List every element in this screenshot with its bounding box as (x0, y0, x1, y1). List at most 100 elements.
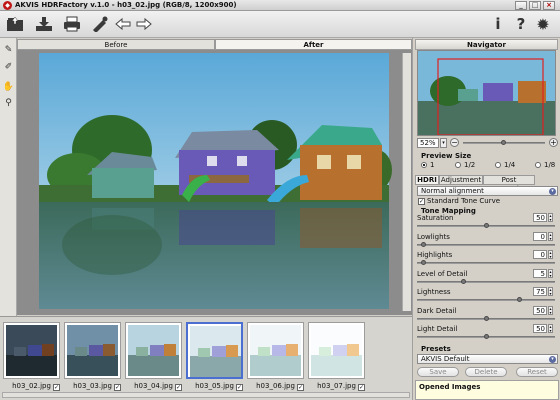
tab-before[interactable]: Before (17, 39, 215, 50)
navigator-header: Navigator (415, 39, 558, 50)
slider-value[interactable]: 75 (533, 287, 547, 296)
vertical-scrollbar[interactable] (402, 53, 411, 311)
thumbnail-5[interactable] (247, 322, 304, 379)
chevron-down-icon: ▾ (549, 188, 556, 195)
horizontal-scrollbar[interactable] (2, 392, 410, 398)
spinner-arrows-icon[interactable]: ▴ ▾ (548, 305, 553, 315)
save-icon[interactable] (34, 14, 54, 34)
zoom-out-button[interactable]: − (450, 138, 459, 147)
window-title: AKVIS HDRFactory v.1.0 - h03_02.jpg (RGB… (15, 1, 237, 9)
thumbnail-checkbox[interactable]: ✓ (236, 384, 243, 391)
hdr-photo (39, 53, 392, 309)
slider-label: Light Detail (417, 325, 458, 333)
preview-label-2: 1/2 (464, 161, 476, 169)
thumbnail-checkbox[interactable]: ✓ (175, 384, 182, 391)
thumbnail-label: h03_02.jpg (12, 382, 51, 390)
slider-knob[interactable] (516, 297, 522, 302)
thumbnail-checkbox[interactable]: ✓ (114, 384, 121, 391)
spinner-arrows-icon[interactable]: ▴ ▾ (548, 231, 553, 241)
preview-radio-2[interactable] (455, 162, 461, 168)
close-button[interactable]: × (543, 1, 555, 10)
slider-label: Dark Detail (417, 306, 457, 315)
slider-track[interactable] (417, 315, 555, 321)
thumbnail-label: h03_04.jpg (134, 382, 173, 390)
thumbnail-6[interactable] (308, 322, 365, 379)
zoom-icon[interactable]: ⚲ (2, 96, 15, 109)
eraser-icon[interactable]: ✐ (2, 60, 15, 73)
help-icon[interactable]: ? (511, 14, 531, 34)
open-icon[interactable] (5, 14, 25, 34)
image-viewport[interactable] (17, 50, 412, 315)
slider-knob[interactable] (483, 223, 489, 228)
preview-radio-1[interactable] (421, 162, 427, 168)
slider-value[interactable]: 0 (533, 231, 547, 241)
presets-dropdown[interactable]: AKVIS Default ▾ (417, 354, 558, 364)
thumbnail-3[interactable] (125, 322, 182, 379)
slider-track[interactable] (417, 334, 555, 339)
spinner-arrows-icon[interactable]: ▴ ▾ (548, 287, 553, 296)
spinner-arrows-icon[interactable]: ▴ ▾ (548, 324, 553, 333)
preview-radio-4[interactable] (535, 162, 541, 168)
preview-size-title: Preview Size (421, 152, 472, 160)
chevron-down-icon[interactable]: ▾ (440, 138, 447, 148)
thumbnail-1[interactable] (3, 322, 60, 379)
minimize-button[interactable]: _ (515, 1, 527, 10)
thumbnail-4[interactable] (186, 322, 243, 379)
slider-knob[interactable] (460, 278, 466, 284)
opened-images-panel: Opened Images (415, 380, 559, 400)
zoom-select[interactable]: 52% (417, 138, 439, 148)
standard-tone-curve-label: Standard Tone Curve (427, 197, 501, 205)
batch-icon[interactable] (90, 14, 110, 34)
slider-knob[interactable] (420, 241, 426, 247)
zoom-in-button[interactable]: + (549, 138, 558, 147)
spinner-arrows-icon[interactable]: ▴ ▾ (548, 268, 553, 278)
tab-post-processing[interactable]: Post Processing (483, 175, 535, 193)
undo-icon[interactable] (113, 14, 133, 34)
tab-hdri[interactable]: HDRI (415, 175, 439, 185)
navigator-preview[interactable] (417, 50, 556, 136)
slider-value[interactable]: 5 (533, 268, 547, 278)
print-icon[interactable] (62, 14, 82, 34)
slider-value[interactable]: 50 (533, 305, 547, 315)
spinner-arrows-icon[interactable]: ▴ ▾ (548, 250, 553, 259)
slider-track[interactable] (417, 223, 555, 228)
settings-panel: Navigator 52% ▾ − + Preview Size 1 1/2 1… (412, 38, 560, 400)
tab-adjustment[interactable]: Adjustment (439, 175, 483, 185)
thumbnail-2[interactable] (64, 322, 121, 379)
alignment-dropdown[interactable]: Normal alignment ▾ (417, 186, 558, 196)
hand-icon[interactable]: ✋ (2, 80, 15, 93)
slider-track[interactable] (417, 241, 555, 247)
thumbnail-checkbox[interactable]: ✓ (53, 384, 60, 391)
maximize-button[interactable]: □ (529, 1, 541, 10)
slider-knob[interactable] (483, 334, 489, 339)
zoom-slider[interactable] (463, 140, 545, 145)
redo-icon[interactable] (134, 14, 154, 34)
settings-icon[interactable]: ✹ (533, 14, 553, 34)
thumbnail-checkbox[interactable]: ✓ (358, 384, 365, 391)
slider-knob[interactable] (420, 260, 426, 265)
presets-value: AKVIS Default (421, 355, 470, 363)
preview-label-4: 1/8 (544, 161, 556, 169)
title-bar: ◆ AKVIS HDRFactory v.1.0 - h03_02.jpg (R… (0, 0, 560, 11)
slider-value[interactable]: 0 (533, 250, 547, 259)
app-logo-icon: ◆ (3, 1, 12, 10)
standard-tone-curve-checkbox[interactable]: ✓ (418, 198, 425, 205)
alignment-value: Normal alignment (421, 187, 484, 195)
slider-value[interactable]: 50 (533, 324, 547, 333)
pencil-icon[interactable]: ✎ (2, 43, 15, 56)
tab-after[interactable]: After (215, 39, 412, 50)
slider-knob[interactable] (483, 315, 489, 321)
zoom-slider-knob[interactable] (501, 140, 506, 145)
save-preset-button[interactable]: Save (417, 367, 459, 377)
slider-track[interactable] (417, 297, 555, 302)
slider-value[interactable]: 50 (533, 213, 547, 222)
thumbnail-checkbox[interactable]: ✓ (297, 384, 304, 391)
preview-radio-3[interactable] (495, 162, 501, 168)
thumbnail-label: h03_07.jpg (317, 382, 356, 390)
spinner-arrows-icon[interactable]: ▴ ▾ (548, 213, 553, 222)
info-icon[interactable]: i (488, 14, 508, 34)
slider-track[interactable] (417, 278, 555, 284)
slider-track[interactable] (417, 260, 555, 265)
delete-preset-button[interactable]: Delete (465, 367, 507, 377)
reset-button[interactable]: Reset (516, 367, 558, 377)
